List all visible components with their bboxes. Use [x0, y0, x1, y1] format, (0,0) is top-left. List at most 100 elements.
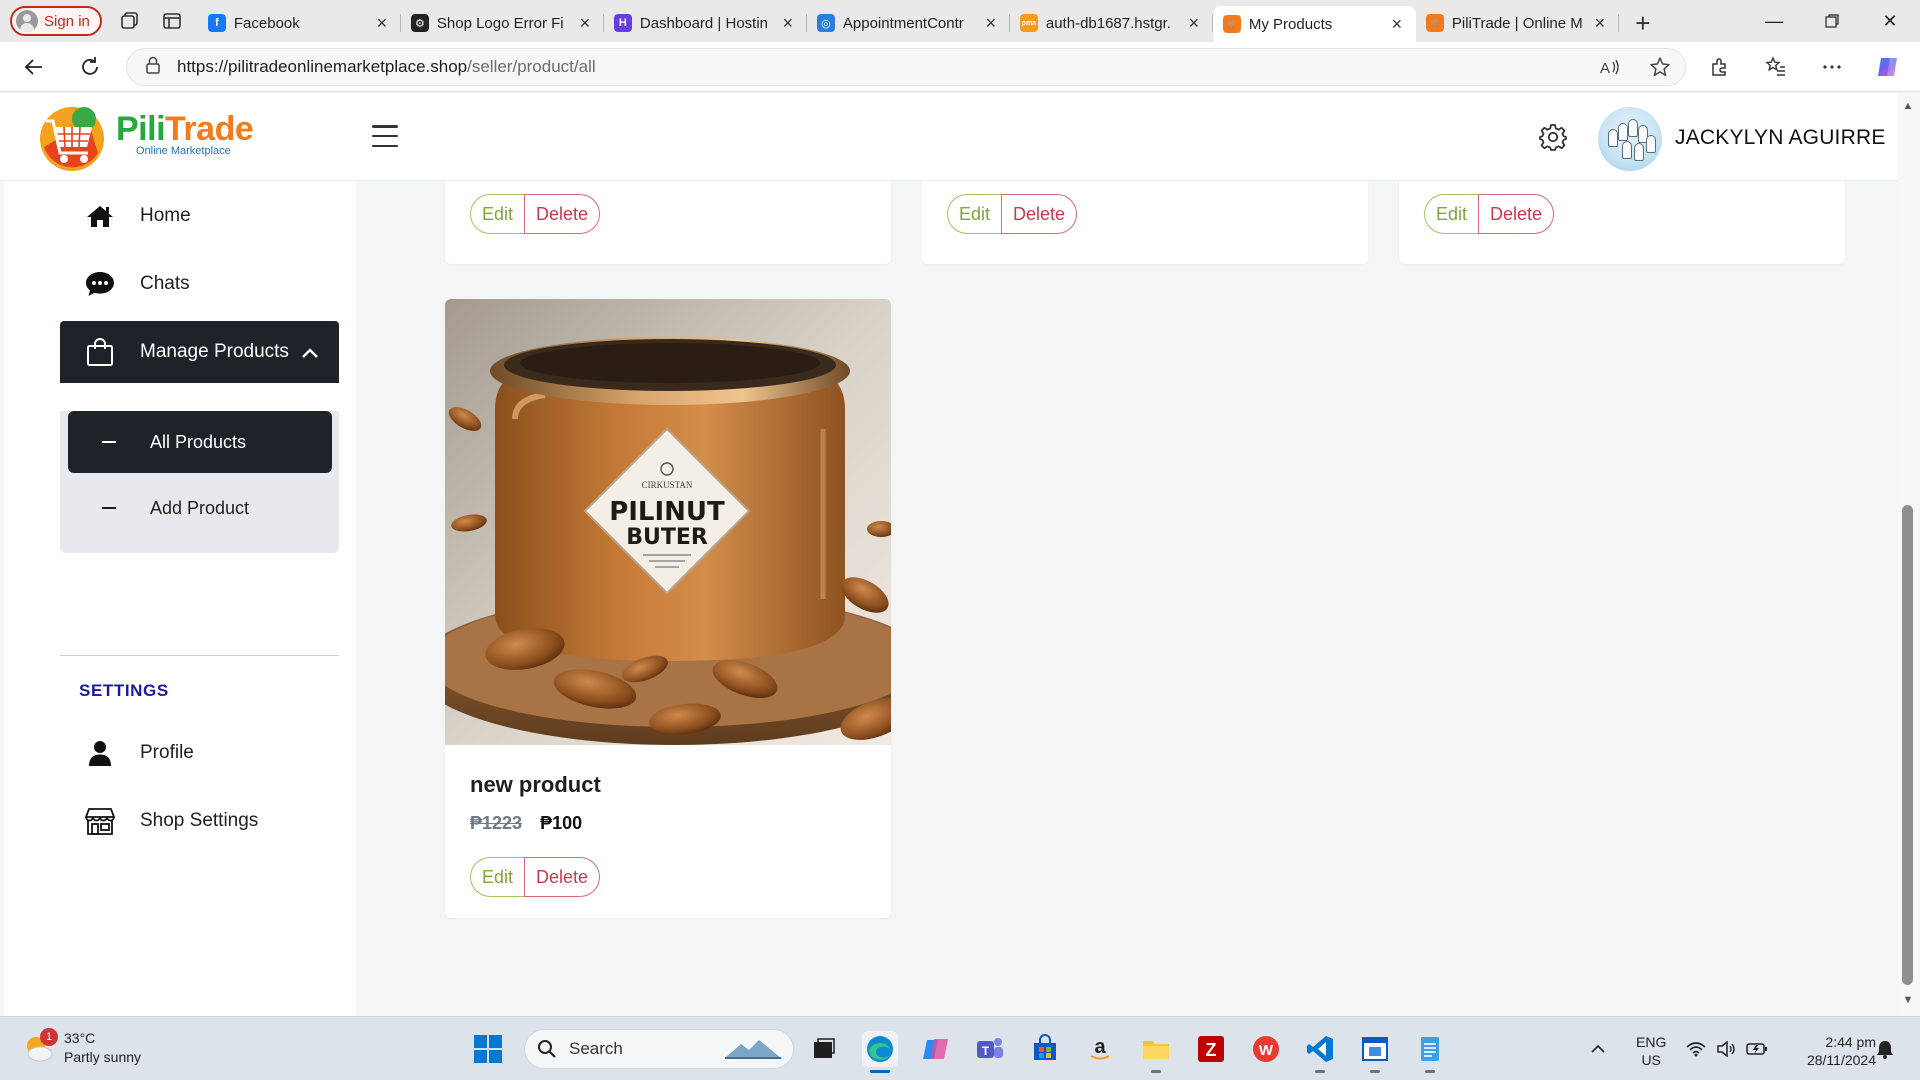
- workspaces-icon[interactable]: [110, 1, 150, 41]
- profile-icon: [16, 10, 38, 32]
- volume-icon[interactable]: [1716, 1017, 1736, 1080]
- tab-favicon-icon: f: [207, 14, 226, 32]
- notification-badge: 1: [40, 1028, 58, 1046]
- show-hidden-icons[interactable]: [1590, 1017, 1606, 1080]
- browser-tab[interactable]: f Facebook ×: [198, 6, 401, 40]
- sidebar-item-label: Shop Settings: [140, 810, 259, 831]
- close-tab-icon[interactable]: ×: [1388, 14, 1406, 35]
- scroll-down-arrow-icon[interactable]: ▼: [1900, 994, 1916, 1010]
- browser-tab[interactable]: H Dashboard | Hostin ×: [604, 6, 807, 40]
- jar-label-line1: PILINUT: [609, 497, 725, 527]
- edit-button[interactable]: Edit: [947, 194, 1002, 234]
- delete-button[interactable]: Delete: [524, 194, 601, 234]
- sidebar-item-label: Profile: [140, 742, 194, 763]
- weather-condition: Partly sunny: [64, 1049, 142, 1065]
- task-view-icon[interactable]: [806, 1031, 842, 1067]
- minimize-button[interactable]: —: [1746, 0, 1802, 42]
- new-tab-button[interactable]: +: [1623, 6, 1663, 40]
- clock-time: 2:44 pm: [1825, 1034, 1876, 1050]
- brand-tagline: Online Marketplace: [136, 145, 231, 157]
- product-image[interactable]: CIRKUSTAN PILINUT BUTER: [445, 299, 891, 745]
- read-aloud-icon[interactable]: A: [1599, 56, 1621, 83]
- browser-tab[interactable]: ⚙ Shop Logo Error Fi ×: [401, 6, 604, 40]
- battery-icon[interactable]: [1746, 1017, 1768, 1080]
- wifi-icon[interactable]: [1686, 1017, 1706, 1080]
- close-tab-icon[interactable]: ×: [576, 13, 594, 34]
- close-tab-icon[interactable]: ×: [982, 13, 1000, 34]
- language-indicator[interactable]: ENG US: [1636, 1033, 1666, 1069]
- app-window-icon[interactable]: [1357, 1031, 1393, 1073]
- tab-actions-icon[interactable]: [152, 1, 192, 41]
- notepad-icon[interactable]: [1412, 1031, 1448, 1073]
- sidebar-item-all-products[interactable]: All Products: [68, 411, 332, 473]
- browser-tab[interactable]: pma auth-db1687.hstgr. ×: [1010, 6, 1213, 40]
- sidebar-item-chats[interactable]: Chats: [60, 253, 339, 315]
- url-bar[interactable]: https://pilitradeonlinemarketplace.shop /…: [126, 48, 1686, 86]
- close-tab-icon[interactable]: ×: [779, 13, 797, 34]
- sidebar-item-home[interactable]: Home: [60, 185, 339, 247]
- back-button[interactable]: [14, 47, 54, 87]
- edit-button[interactable]: Edit: [470, 857, 525, 897]
- vscode-icon[interactable]: [1302, 1031, 1338, 1073]
- close-tab-icon[interactable]: ×: [373, 13, 391, 34]
- system-clock[interactable]: 2:44 pm 28/11/2024: [1786, 1033, 1876, 1069]
- sign-in-label: Sign in: [44, 12, 90, 30]
- sidebar-item-manage-products[interactable]: Manage Products: [60, 321, 339, 383]
- product-grid: Edit Delete Edit Delete Edit Delete CIRK…: [356, 121, 1898, 1016]
- sign-in-button[interactable]: Sign in: [10, 6, 102, 36]
- copilot-app-icon[interactable]: [918, 1031, 954, 1067]
- notification-bell-icon[interactable]: [1876, 1017, 1894, 1080]
- browser-tab[interactable]: 🛒 My Products ×: [1212, 6, 1416, 42]
- edge-browser-icon[interactable]: [862, 1031, 898, 1073]
- sidebar-item-label: All Products: [150, 431, 247, 452]
- filezilla-icon[interactable]: Z: [1193, 1031, 1229, 1067]
- delete-button[interactable]: Delete: [1478, 194, 1555, 234]
- svg-text:a: a: [1094, 1036, 1106, 1058]
- pilitrade-logo[interactable]: PiliTrade Online Marketplace: [34, 101, 254, 173]
- refresh-button[interactable]: [70, 47, 110, 87]
- menu-toggle-icon[interactable]: [372, 125, 398, 147]
- sidebar-item-profile[interactable]: Profile: [60, 722, 339, 784]
- wps-office-icon[interactable]: W: [1248, 1031, 1284, 1067]
- delete-button[interactable]: Delete: [524, 857, 601, 897]
- close-tab-icon[interactable]: ×: [1591, 13, 1609, 34]
- chevron-up-icon[interactable]: [301, 343, 319, 365]
- copilot-icon[interactable]: [1868, 47, 1908, 87]
- browser-tab[interactable]: 🛒 PiliTrade | Online M ×: [1416, 6, 1619, 40]
- brand-name-part1: Pili: [116, 110, 166, 148]
- favorites-icon[interactable]: [1756, 47, 1796, 87]
- browser-tab[interactable]: ◎ AppointmentContr ×: [807, 6, 1010, 40]
- tab-list: f Facebook × ⚙ Shop Logo Error Fi × H Dashboard…: [198, 0, 1619, 42]
- product-actions: Edit Delete: [947, 194, 1078, 234]
- product-card-new-product[interactable]: CIRKUSTAN PILINUT BUTER new product ₱122…: [445, 299, 891, 918]
- microsoft-store-icon[interactable]: [1027, 1031, 1063, 1067]
- favorite-star-icon[interactable]: [1649, 56, 1671, 83]
- close-tab-icon[interactable]: ×: [1185, 13, 1203, 34]
- close-window-button[interactable]: ✕: [1862, 0, 1918, 42]
- taskbar-search[interactable]: Search: [524, 1029, 794, 1069]
- user-avatar[interactable]: [1598, 107, 1662, 171]
- delete-button[interactable]: Delete: [1001, 194, 1078, 234]
- settings-gear-icon[interactable]: [1538, 122, 1568, 152]
- restore-button[interactable]: [1804, 0, 1860, 42]
- windows-taskbar: 1 33°C Partly sunny Search T a Z W ENG U…: [0, 1016, 1920, 1080]
- weather-widget[interactable]: 1 33°C Partly sunny: [22, 1028, 142, 1067]
- search-placeholder: Search: [569, 1039, 623, 1058]
- amazon-icon[interactable]: a: [1082, 1031, 1118, 1067]
- file-explorer-icon[interactable]: [1138, 1031, 1174, 1073]
- extensions-icon[interactable]: [1700, 47, 1740, 87]
- sidebar-item-shop-settings[interactable]: Shop Settings: [60, 790, 339, 852]
- username[interactable]: JACKYLYN AGUIRRE: [1675, 126, 1886, 150]
- product-name[interactable]: new product: [470, 772, 601, 798]
- more-menu-icon[interactable]: [1812, 47, 1852, 87]
- scrollbar-thumb[interactable]: [1902, 505, 1913, 985]
- edit-button[interactable]: Edit: [470, 194, 525, 234]
- edit-button[interactable]: Edit: [1424, 194, 1479, 234]
- clock-date: 28/11/2024: [1806, 1052, 1876, 1068]
- lock-icon[interactable]: [145, 56, 161, 79]
- dash-icon: [102, 507, 116, 509]
- start-button[interactable]: [470, 1031, 506, 1067]
- scroll-up-arrow-icon[interactable]: ▲: [1900, 100, 1916, 116]
- sidebar-item-add-product[interactable]: Add Product: [68, 477, 332, 539]
- teams-icon[interactable]: T: [972, 1031, 1008, 1067]
